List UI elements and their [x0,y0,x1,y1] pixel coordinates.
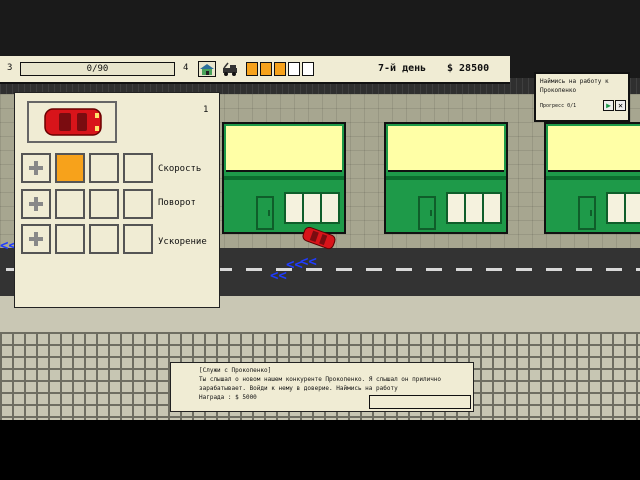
fuel-slot [288,62,300,76]
lane-marking [396,268,412,271]
mission-dialog: [Служи с Прокопенко] Ты слышал о новом н… [170,362,474,412]
game-scene: << << << << 3 0/90 4 7-й день $ 28500 На [0,0,640,480]
acceleration-level-cell [55,224,85,254]
top-hud: 3 0/90 4 7-й день $ 28500 [0,56,510,84]
speed-level-cell [123,153,153,183]
car-preview[interactable] [27,101,117,143]
lane-marking [426,268,442,271]
turning-upgrade-button[interactable] [21,189,51,219]
turning-level-cell [123,189,153,219]
acceleration-upgrade-button[interactable] [21,224,51,254]
fuel-slot [274,62,286,76]
acceleration-label: Ускорение [158,237,207,247]
speed-level-cell [55,153,85,183]
speed-label: Скорость [158,164,202,174]
lane-marking [246,268,262,271]
speed-upgrade-button[interactable] [21,153,51,183]
lane-marking [486,268,502,271]
shop-building[interactable] [222,122,346,234]
bottom-border [0,420,640,480]
quest-panel: Наймись на работу к Прокопенко Прогресс … [534,72,630,122]
lane-marking [366,268,382,271]
accept-button[interactable] [369,395,471,409]
lane-marking [636,268,640,271]
xp-bar: 0/90 [20,62,175,76]
acceleration-level-cell [89,224,119,254]
tow-truck-icon[interactable] [222,61,240,77]
speed-level-cell [89,153,119,183]
shop-building[interactable] [384,122,508,234]
car-icon [44,108,102,136]
lane-marking [606,268,622,271]
fuel-slot [260,62,272,76]
acceleration-level-cell [123,224,153,254]
turning-label: Поворот [158,198,196,208]
level-current: 3 [7,63,13,73]
shop-building[interactable] [544,122,640,234]
fuel-slot [246,62,258,76]
play-icon[interactable]: ▶ [603,100,614,111]
lane-marking [546,268,562,271]
quest-progress: Прогресс 0/1 [540,103,577,109]
level-next: 4 [183,63,189,73]
player-car[interactable] [300,226,338,250]
upgrade-panel: 1 Скорость Поворот Ускорение [14,92,220,308]
fuel-slot [302,62,314,76]
turning-level-cell [89,189,119,219]
xp-progress: 0/90 [86,64,109,74]
direction-arrow-icon: << [270,268,287,284]
lane-marking [456,268,472,271]
house-icon[interactable] [198,61,216,77]
direction-arrow-icon: << [286,257,303,273]
car-count: 1 [203,105,209,115]
turning-level-cell [55,189,85,219]
lane-marking [576,268,592,271]
lane-marking [516,268,532,271]
day-counter: 7-й день [378,63,427,74]
money-counter: $ 28500 [447,63,490,74]
close-icon[interactable]: ✕ [615,100,626,111]
lane-marking [336,268,352,271]
quest-text: Наймись на работу к Прокопенко [540,78,609,94]
